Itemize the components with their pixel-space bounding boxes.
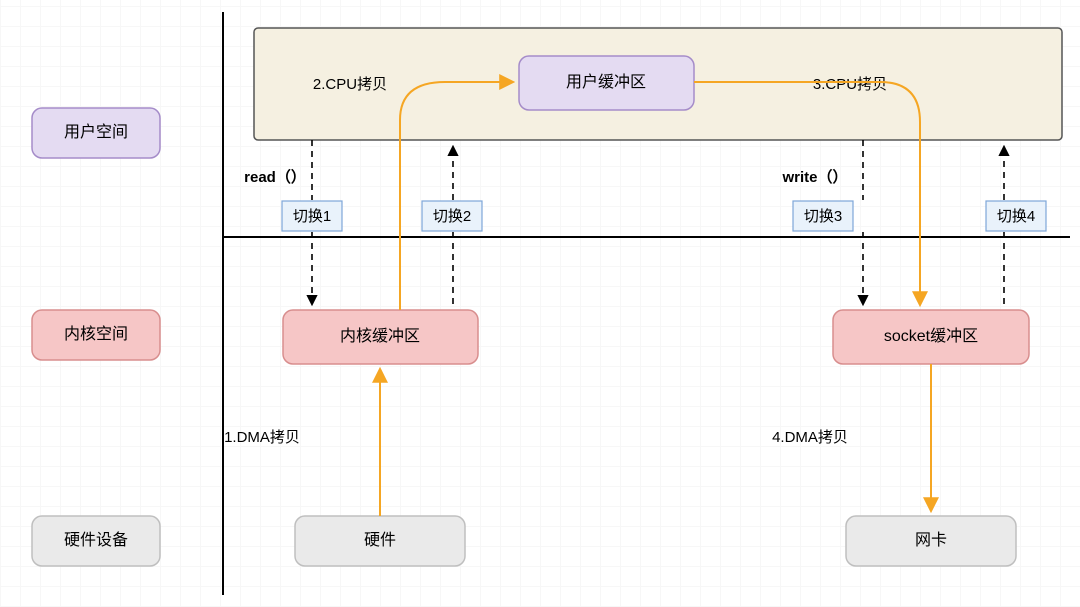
switch-4: 切换4: [986, 201, 1046, 231]
node-hardware: 硬件: [295, 516, 465, 566]
copy-label-1: 1.DMA拷贝: [224, 429, 300, 446]
switch-1-text: 切换1: [293, 208, 331, 225]
syscall-write-label: write（）: [781, 168, 847, 186]
node-hardware-text: 硬件: [364, 531, 396, 549]
row-label-kernel-space: 内核空间: [32, 310, 160, 360]
switch-3-text: 切换3: [804, 208, 842, 225]
copy-label-3: 3.CPU拷贝: [813, 76, 887, 93]
copy-label-2: 2.CPU拷贝: [313, 76, 387, 93]
switch-1: 切换1: [282, 201, 342, 231]
node-user-buffer-text: 用户缓冲区: [566, 73, 646, 91]
switch-2-text: 切换2: [433, 208, 471, 225]
copy-label-4: 4.DMA拷贝: [772, 429, 848, 446]
node-user-buffer: 用户缓冲区: [519, 56, 694, 110]
node-nic: 网卡: [846, 516, 1016, 566]
node-socket-buffer-text: socket缓冲区: [884, 327, 978, 345]
switch-3: 切换3: [793, 201, 853, 231]
node-kernel-buffer: 内核缓冲区: [283, 310, 478, 364]
switch-2: 切换2: [422, 201, 482, 231]
node-socket-buffer: socket缓冲区: [833, 310, 1029, 364]
row-label-user-space-text: 用户空间: [64, 123, 128, 141]
switch-4-text: 切换4: [997, 208, 1035, 225]
syscall-read-label: read（）: [244, 168, 306, 186]
row-label-hardware-text: 硬件设备: [64, 531, 128, 549]
row-label-user-space: 用户空间: [32, 108, 160, 158]
row-label-hardware: 硬件设备: [32, 516, 160, 566]
row-label-kernel-space-text: 内核空间: [64, 325, 128, 343]
node-kernel-buffer-text: 内核缓冲区: [340, 327, 420, 345]
node-nic-text: 网卡: [915, 531, 947, 549]
